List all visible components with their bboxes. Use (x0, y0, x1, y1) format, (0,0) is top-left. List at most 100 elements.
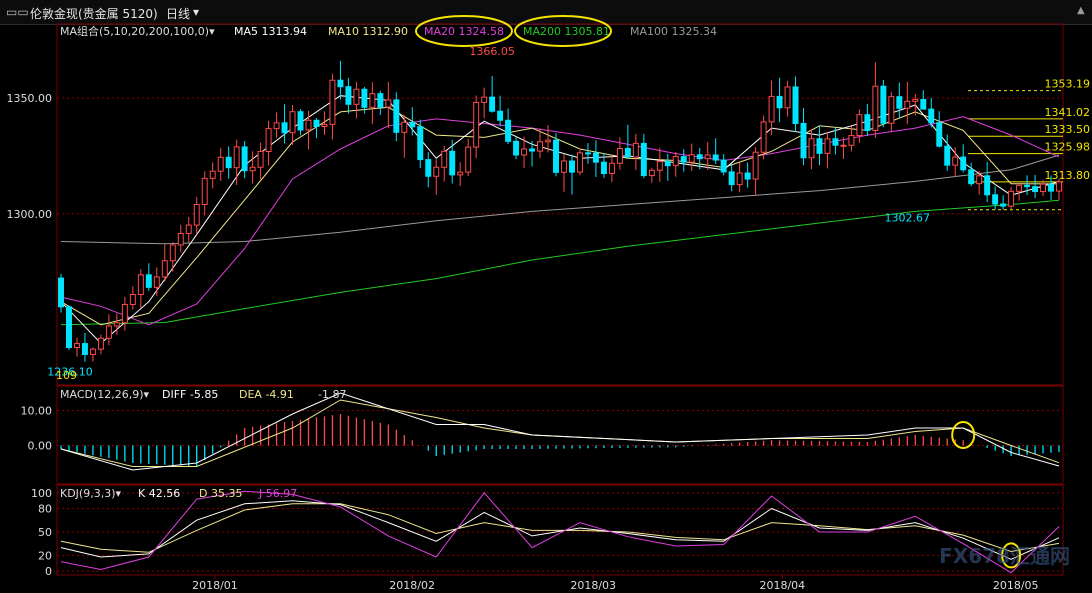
candle-body (369, 93, 376, 108)
candle-body (185, 224, 192, 234)
candle-body (361, 88, 368, 108)
candle-body (656, 160, 663, 171)
candle-body (920, 98, 927, 110)
candle-body (840, 144, 847, 147)
candle-body (848, 135, 855, 146)
candle-body (281, 122, 288, 134)
candle-body (481, 96, 488, 103)
candle-body (936, 122, 943, 147)
candle-body (177, 232, 184, 246)
candle-body (97, 337, 104, 350)
candle-body (265, 128, 272, 153)
ma-legend-ma200: MA200 1305.81 (523, 25, 610, 38)
candle-body (688, 154, 695, 163)
macd-y-tick: 10.00 (21, 405, 53, 418)
price-pane-frame (56, 23, 1064, 386)
ma-legend-ma100: MA100 1325.34 (630, 25, 717, 38)
candle-body (800, 123, 807, 159)
candle-body (1000, 203, 1007, 207)
fib-level-label: 1341.02 (1045, 106, 1091, 119)
candle-body (1008, 190, 1015, 207)
candle-body (640, 142, 647, 177)
candle-body (457, 171, 464, 176)
price-annotation: 1302.67 (885, 212, 931, 225)
candle-body (776, 95, 783, 109)
candle-body (760, 121, 767, 153)
candle-body (960, 156, 967, 171)
candle-body (616, 147, 623, 164)
candle-body (505, 119, 512, 142)
candle-body (1040, 183, 1047, 193)
candle-body (201, 177, 208, 206)
corner-label: 109 (56, 369, 77, 382)
candle-body (105, 325, 112, 339)
candle-body (409, 121, 416, 128)
candle-body (329, 79, 336, 125)
candle-body (624, 147, 631, 158)
macd-dea-line (60, 399, 1060, 467)
candle-body (592, 152, 599, 163)
x-tick-label: 2018/04 (759, 579, 805, 592)
x-tick-label: 2018/01 (192, 579, 238, 592)
candle-body (872, 85, 879, 131)
candle-body (968, 169, 975, 185)
x-tick-label: 2018/05 (993, 579, 1039, 592)
price-y-tick: 1300.00 (7, 208, 53, 221)
candle-body (209, 170, 216, 179)
candle-body (73, 343, 80, 349)
candle-body (497, 110, 504, 121)
candle-body (992, 194, 999, 205)
fib-level-label: 1333.50 (1045, 123, 1091, 136)
candle-body (561, 160, 567, 173)
candle-body (832, 138, 839, 146)
candle-body (217, 156, 224, 172)
candle-body (976, 175, 983, 185)
kdj-legend-title: KDJ(9,3,3)▾ (60, 487, 121, 500)
candle-body (193, 204, 200, 226)
candle-body (648, 169, 655, 177)
candle-body (273, 122, 280, 130)
kdj-y-tick: 50 (38, 526, 52, 539)
candle-body (137, 274, 144, 296)
candle-body (912, 98, 919, 102)
candle-body (752, 151, 759, 180)
macd-legend-item: DEA -4.91 (239, 388, 294, 401)
candle-body (337, 79, 344, 88)
candle-body (521, 148, 528, 156)
fib-level-label: 1325.98 (1045, 141, 1091, 154)
candle-body (768, 95, 775, 123)
candle-body (1016, 184, 1023, 192)
candle-body (113, 322, 120, 327)
ma100-line (60, 154, 1060, 245)
chart-canvas[interactable]: 1350.00 1300.00 10.00 0.00 100 80 50 20 0 2018/01… (0, 0, 1092, 593)
price-y-tick: 1350.00 (7, 92, 53, 105)
candle-body (880, 85, 887, 124)
candle-body (928, 108, 935, 124)
candle-body (489, 96, 496, 112)
candle-body (792, 86, 799, 125)
ma-legend-title: MA组合(5,10,20,200,100,0)▾ (60, 24, 215, 38)
candle-body (1048, 183, 1054, 192)
kdj-y-tick: 0 (45, 565, 52, 578)
candle-body (600, 161, 607, 174)
candle-body (81, 343, 88, 355)
candle-body (473, 101, 480, 148)
candle-body (856, 114, 863, 137)
candle-body (297, 111, 304, 131)
candle-body (672, 156, 679, 167)
candle-body (529, 148, 536, 152)
candle-body (696, 154, 703, 160)
candle-body (720, 159, 727, 173)
candle-body (249, 166, 256, 172)
macd-y-tick: 0.00 (28, 440, 53, 453)
candle-body (824, 138, 831, 154)
candle-body (417, 126, 424, 161)
candle-body (569, 160, 575, 173)
candle-body (129, 294, 136, 305)
candle-body (712, 154, 719, 161)
candle-body (816, 138, 823, 154)
candle-body (425, 159, 432, 177)
candle-body (66, 306, 72, 349)
candle-body (241, 146, 248, 172)
candle-body (161, 260, 168, 278)
